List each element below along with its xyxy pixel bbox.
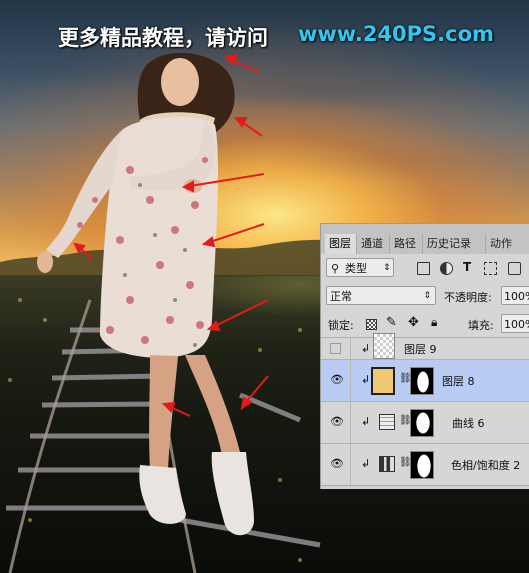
blend-row: 正常 ⇕ 不透明度: 100% [321, 285, 529, 307]
hue-saturation-adjustment-icon[interactable] [379, 456, 395, 472]
lock-label: 锁定: [328, 319, 354, 332]
watermark-text: 更多精品教程，请访问 [58, 26, 268, 50]
lock-transparent-icon[interactable] [366, 319, 377, 330]
visibility-off-box [330, 343, 341, 354]
opacity-input[interactable]: 100% [501, 286, 529, 305]
filter-row: ⚲ 类型 ⇕ T [321, 257, 529, 279]
layer-name[interactable]: 图层 8 [442, 373, 475, 389]
type-filter-icon[interactable]: T [463, 260, 471, 274]
tab-actions[interactable]: 动作 [486, 234, 529, 254]
clipping-arrow-icon: ↲ [361, 415, 371, 428]
boot-left [139, 465, 186, 524]
eye-icon: 👁︎ [330, 373, 344, 386]
visibility-toggle[interactable]: 👁︎ [321, 444, 351, 485]
lock-brush-icon[interactable]: ✎ [386, 315, 397, 330]
blend-mode-value: 正常 [330, 290, 352, 303]
visibility-toggle[interactable]: 👁︎ [321, 360, 351, 401]
clipping-arrow-icon: ↲ [361, 457, 371, 470]
eye-icon: 👁︎ [330, 415, 344, 428]
lock-row: 锁定: ✎ ✥ 🔒︎ 填充: 100% [321, 313, 529, 335]
adjustment-filter-icon[interactable] [440, 262, 453, 275]
layer-mask-thumbnail[interactable] [410, 409, 434, 437]
layer-mask-thumbnail[interactable] [410, 367, 434, 395]
filter-kind-label: 类型 [345, 262, 367, 275]
layer-name[interactable]: 曲线 6 [452, 415, 485, 431]
shape-filter-icon[interactable] [484, 262, 497, 275]
visibility-toggle[interactable]: 👁︎ [321, 402, 351, 443]
layer-row-selected[interactable]: 👁︎ ↲ ⛓︎ 图层 8 [321, 359, 529, 401]
layer-row[interactable]: 👁︎ ↲ ⛓︎ 色相/饱和度 2 [321, 443, 529, 485]
fill-value: 100% [504, 318, 529, 331]
arrow-5 [206, 299, 269, 332]
stepper-icon: ⇕ [383, 263, 391, 273]
arrow-1 [223, 53, 261, 73]
smart-object-filter-icon[interactable] [508, 262, 521, 275]
boot-right [211, 452, 254, 536]
woman-figure [37, 52, 254, 536]
layer-mask-thumbnail[interactable] [410, 451, 434, 479]
search-icon: ⚲ [331, 262, 340, 275]
layer-name[interactable]: 图层 9 [404, 341, 437, 357]
opacity-label: 不透明度: [444, 291, 492, 304]
panel-tabs: 图层 通道 路径 历史记录 动作 [321, 224, 529, 254]
fill-label: 填充: [468, 319, 494, 332]
stepper-icon: ⇕ [423, 291, 431, 301]
fill-input[interactable]: 100% [501, 314, 529, 333]
clipping-arrow-icon: ↲ [361, 373, 371, 386]
layer-thumbnail[interactable] [373, 333, 395, 359]
layer-row[interactable]: ↲ 图层 9 [321, 333, 529, 359]
tab-history[interactable]: 历史记录 [423, 234, 486, 254]
tab-channels[interactable]: 通道 [357, 234, 390, 254]
opacity-value: 100% [504, 290, 529, 303]
image-filter-icon[interactable] [417, 262, 430, 275]
panel-footer: ⛓︎ fx [321, 485, 529, 489]
blend-mode-select[interactable]: 正常 ⇕ [326, 286, 436, 305]
lock-move-icon[interactable]: ✥ [408, 315, 419, 330]
lock-all-icon[interactable]: 🔒︎ [431, 315, 437, 330]
clipping-arrow-icon: ↲ [361, 342, 371, 355]
curves-adjustment-icon[interactable] [379, 414, 395, 430]
watermark-url: www.240PS.com [298, 22, 494, 46]
layers-panel: 图层 通道 路径 历史记录 动作 ⚲ 类型 ⇕ T 正常 ⇕ 不透明度: 100… [320, 223, 529, 489]
tab-paths[interactable]: 路径 [390, 234, 423, 254]
filter-kind-select[interactable]: ⚲ 类型 ⇕ [326, 258, 394, 277]
layer-row[interactable]: 👁︎ ↲ ⛓︎ 曲线 6 [321, 401, 529, 443]
eye-icon: 👁︎ [330, 457, 344, 470]
visibility-toggle[interactable] [321, 338, 351, 359]
arrow-2 [234, 117, 263, 137]
layer-thumbnail[interactable] [371, 367, 395, 395]
tab-layers[interactable]: 图层 [325, 234, 357, 254]
layer-name[interactable]: 色相/饱和度 2 [451, 457, 520, 473]
